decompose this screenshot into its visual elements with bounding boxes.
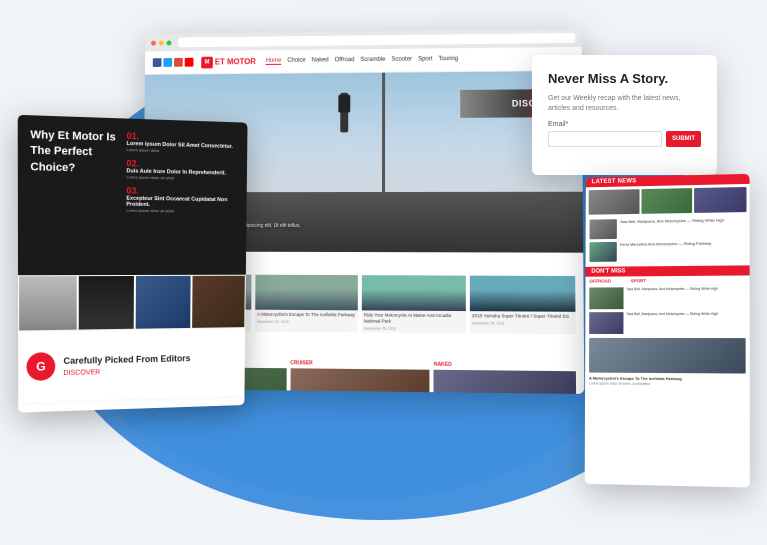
numbered-item-2: 02. Duis Aute Irure Dolor In Reprehender… [126,158,235,182]
twitter-icon [163,58,172,67]
youtube-icon [185,58,194,67]
item-3-text: Lorem ipsum dolor sit amet [126,208,235,215]
nav-item-choice[interactable]: Choice [287,58,305,65]
rs-cat-title-1: Tara Bell, Marijuana, And Motorcycles — … [626,287,718,309]
nav-item-scooter[interactable]: Scooter [391,57,412,64]
category-naked: NAKED Tara Bell, Marijuana, And Motorcyc… [434,361,576,394]
facebook-icon [153,58,162,67]
numbered-item-1: 01. Lorem ipsum Dolor Sit Amet Consectet… [127,131,236,155]
news-card-3-title: Ride Your Motorcycle At Maine And Arcadi… [362,310,466,327]
bike-thumb-4 [191,275,246,329]
nav-item-naked[interactable]: Naked [312,57,329,64]
nav-item-sport[interactable]: Sport [418,56,432,63]
email-input[interactable] [548,131,662,147]
rs-news-img-1 [590,219,617,239]
rs-thumb-2 [641,188,692,214]
discover-link[interactable]: DISCOVER [63,367,190,377]
numbered-list: 01. Lorem ipsum Dolor Sit Amet Consectet… [122,131,236,263]
traffic-pole [382,73,385,202]
submit-button[interactable]: SUBMIT [666,131,701,147]
nav-item-touring[interactable]: Touring [438,56,458,63]
news-card-4-date: September 25, 2018 [470,321,576,328]
news-card-3-date: September 25, 2018 [362,326,466,333]
news-card-4-image [470,276,576,312]
rs-cat-img-1 [589,287,623,309]
rs-cat-title-2: Tara Bell, Marijuana, And Motorcycles — … [626,312,718,334]
rs-news-thumbs-grid [586,184,750,218]
cruiser-image [290,368,430,394]
news-card-3: Ride Your Motorcycle At Maine And Arcadi… [362,275,466,333]
nav-item-scramble[interactable]: Scramble [360,57,385,64]
category-cruiser: CRUISER Tara Bell, Marijuana, And Motorc… [290,360,430,394]
news-card-2-image [255,275,358,311]
rs-bottom-img [589,338,746,374]
why-section: Why Et Motor Is The Perfect Choice? [30,128,122,263]
bikes-row-section [18,275,246,332]
right-screen-window: LATEST NEWS Tara Bell, Marijuana, And Mo… [585,174,750,488]
nav-item-home[interactable]: Home [266,58,282,65]
news-card-2: A Motorcyclist's Escape To The Icefields… [255,275,358,333]
rs-offroad-label: OFFROAD [589,279,611,284]
browser-dot-yellow [159,40,164,45]
rs-cat-item-1: Tara Bell, Marijuana, And Motorcycles — … [589,287,745,310]
email-input-row: SUBMIT [548,131,701,147]
email-field-label: Email* [548,121,701,128]
traffic-light [340,93,348,133]
picked-card: G Carefully Picked From Editors DISCOVER [18,328,245,402]
cruiser-label: CRUISER [290,360,429,367]
rs-thumb-3 [694,187,746,213]
bike-thumb-1 [18,275,77,331]
rs-news-title-2: Kena Marcelina And Motorcycles — Riding … [620,241,712,247]
rs-sport-label: SPORT [631,278,646,283]
numbered-item-3: 03. Excepteur Sint Occaecat Cupidatat No… [126,186,235,215]
rs-news-title-1: Tara Bell, Marijuana, And Motorcycles — … [620,217,724,224]
site-logo: M ET MOTOR [201,56,256,68]
rs-thumb-1 [589,189,640,215]
rs-bottom-article: A Motorcyclist's Escape To The Icefields… [589,338,746,388]
rs-category-items: Tara Bell, Marijuana, And Motorcycles — … [585,285,750,390]
bike-thumb-2 [77,275,135,331]
email-card-title: Never Miss A Story. [548,71,701,88]
rs-cat-img-2 [589,312,623,334]
browser-url-bar[interactable] [178,33,575,47]
rs-bottom-desc: Lorem ipsum dolor sit amet, consectetur [589,382,746,388]
naked-image [434,369,576,394]
browser-dot-red [151,40,156,45]
news-card-3-image [362,275,466,311]
left-screen-dark-section: Why Et Motor Is The Perfect Choice? 01. … [18,115,248,275]
editors-icon: G [26,352,55,381]
email-subscription-card: Never Miss A Story. Get our Weekly recap… [532,55,717,175]
naked-label: NAKED [434,361,576,369]
logo-icon: M [201,56,213,68]
news-card-4: 2018 Yamaha Super Ténéré / Super Ténéré … [470,276,576,334]
nav-items-list: Home Choice Naked Offroad Scramble Scoot… [266,55,574,65]
social-icons-group [153,58,194,67]
browser-dot-green [167,40,172,45]
picked-card-text: Carefully Picked From Editors DISCOVER [63,353,190,377]
picked-title: Carefully Picked From Editors [63,353,190,368]
rs-news-list: Tara Bell, Marijuana, And Motorcycles — … [586,215,750,267]
googleplus-icon [174,58,183,67]
rs-cat-item-2: Tara Bell, Marijuana, And Motorcycles — … [589,312,745,334]
screens-container: M ET MOTOR Home Choice Naked Offroad Scr… [0,0,767,540]
bike-thumb-3 [135,275,191,330]
rs-news-item-1: Tara Bell, Marijuana, And Motorcycles — … [590,217,746,239]
rs-news-img-2 [589,242,616,262]
news-card-2-date: September 25, 2018 [255,320,358,327]
why-title: Why Et Motor Is The Perfect Choice? [30,128,122,178]
bikes-row [18,275,246,332]
left-screen-window: Why Et Motor Is The Perfect Choice? 01. … [18,115,248,413]
rs-news-item-2: Kena Marcelina And Motorcycles — Riding … [589,240,745,262]
nav-item-offroad[interactable]: Offroad [335,57,355,64]
email-card-subtitle: Get our Weekly recap with the latest new… [548,94,701,114]
right-screen-content: LATEST NEWS Tara Bell, Marijuana, And Mo… [585,174,750,390]
